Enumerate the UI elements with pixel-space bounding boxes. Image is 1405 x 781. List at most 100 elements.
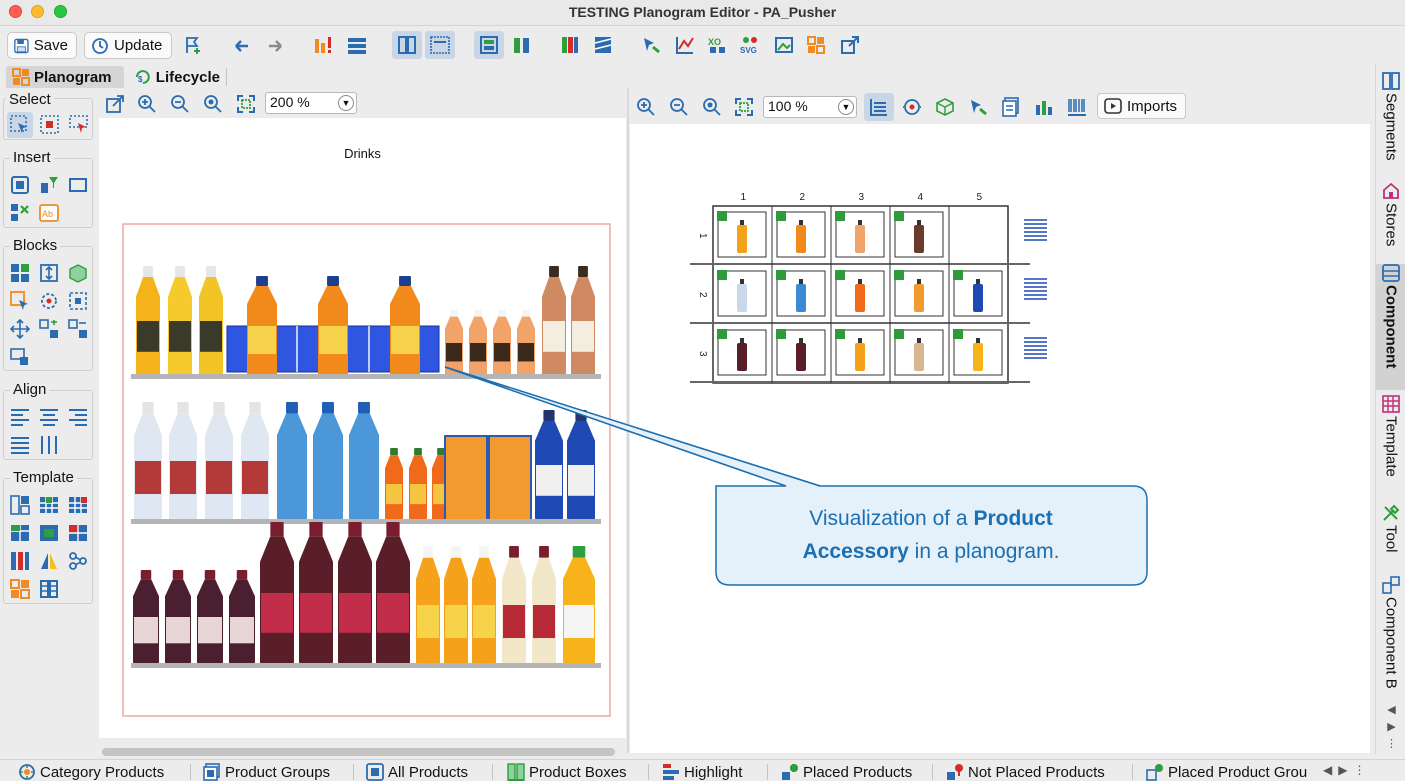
cursor-leaf-icon[interactable] xyxy=(968,97,988,117)
image-export-icon[interactable] xyxy=(774,35,794,55)
tab-placed-products[interactable]: Placed Products xyxy=(781,762,912,781)
tab-lifecycle[interactable]: $ Lifecycle xyxy=(128,66,226,88)
share-icon[interactable] xyxy=(840,35,860,55)
template-orange-grid-icon[interactable] xyxy=(10,579,30,599)
select-group-icon[interactable] xyxy=(69,115,89,135)
grid-view-icon[interactable] xyxy=(479,35,499,55)
select-area-icon[interactable] xyxy=(40,115,60,135)
template-bays-icon[interactable] xyxy=(39,579,59,599)
template-split-icon[interactable] xyxy=(10,523,30,543)
block-3d-icon[interactable] xyxy=(68,263,88,283)
side-tab-template[interactable]: Template xyxy=(1376,395,1405,495)
template-mirror-icon[interactable] xyxy=(39,551,59,571)
refresh-visibility-icon[interactable] xyxy=(902,97,922,117)
outline-list-icon[interactable] xyxy=(869,97,889,117)
fit-to-window-icon[interactable] xyxy=(734,97,754,117)
block-grid-icon[interactable] xyxy=(10,263,30,283)
tab-category-products[interactable]: Category Products xyxy=(18,762,164,781)
shelves-icon[interactable] xyxy=(347,35,367,55)
align-center-icon[interactable] xyxy=(39,407,59,427)
imports-button[interactable]: Imports xyxy=(1097,93,1187,119)
align-justify-icon[interactable] xyxy=(10,435,30,455)
block-frame-icon[interactable] xyxy=(68,291,88,311)
align-left-icon[interactable] xyxy=(10,407,30,427)
side-tab-tool[interactable]: Tool xyxy=(1376,504,1405,570)
tab-placed-product-groups[interactable]: Placed Product Grou xyxy=(1146,762,1307,781)
block-rotate-icon[interactable] xyxy=(39,291,59,311)
lemonade-bottle-cap xyxy=(479,546,489,558)
insert-shelf-icon[interactable] xyxy=(68,175,88,195)
tab-highlight[interactable]: Highlight xyxy=(662,762,742,781)
insert-text-icon[interactable]: Ab xyxy=(39,203,59,223)
zoom-in-icon[interactable] xyxy=(636,97,656,117)
template-table-icon[interactable] xyxy=(39,495,59,515)
template-mixed-icon[interactable] xyxy=(68,523,88,543)
side-tab-overflow-arrows[interactable]: ◀ ▶ ⋮ xyxy=(1386,702,1397,753)
dimension-icon[interactable] xyxy=(430,35,450,55)
left-zoom-select[interactable]: 200 % ▼ xyxy=(265,92,357,114)
block-resize-icon[interactable] xyxy=(39,263,59,283)
tab-product-groups[interactable]: Product Groups xyxy=(203,762,330,781)
product-thumbnail xyxy=(914,284,924,312)
side-tab-component[interactable]: Component xyxy=(1376,264,1405,390)
zoom-reset-icon[interactable] xyxy=(702,97,722,117)
block-move-icon[interactable] xyxy=(10,319,30,339)
undo-icon[interactable] xyxy=(232,36,252,56)
insert-remove-icon[interactable] xyxy=(10,203,30,223)
right-zoom-select[interactable]: 100 % ▼ xyxy=(763,96,857,118)
bars-filter-icon[interactable] xyxy=(1034,97,1054,117)
products-3d-icon[interactable] xyxy=(935,97,955,117)
template-layout-icon[interactable] xyxy=(10,495,30,515)
update-button[interactable]: Update xyxy=(84,32,172,59)
export-svg-icon[interactable]: SVG xyxy=(740,35,760,55)
export-xo-icon[interactable]: XO xyxy=(708,35,728,55)
insert-filter-icon[interactable] xyxy=(39,175,59,195)
fit-to-window-icon[interactable] xyxy=(236,94,256,114)
zoom-out-icon[interactable] xyxy=(669,97,689,117)
open-external-icon[interactable] xyxy=(105,94,125,114)
block-table-icon[interactable] xyxy=(10,347,30,367)
side-tab-segments[interactable]: Segments xyxy=(1376,72,1405,177)
ginger-beer-large-bottle xyxy=(338,522,372,664)
align-right-icon[interactable] xyxy=(68,407,88,427)
redo-icon[interactable] xyxy=(265,36,285,56)
bars-view-icon[interactable] xyxy=(512,35,532,55)
cursor-leaf-icon[interactable] xyxy=(641,35,661,55)
zoom-reset-icon[interactable] xyxy=(203,94,223,114)
side-tab-component-b[interactable]: Component B xyxy=(1376,576,1405,704)
blue-water-bottle-cap xyxy=(358,402,370,414)
insert-product-icon[interactable] xyxy=(10,175,30,195)
document-stack-icon[interactable] xyxy=(1001,97,1021,117)
warning-bars-icon[interactable] xyxy=(313,35,333,55)
side-tab-stores[interactable]: Stores xyxy=(1376,182,1405,260)
shelf-3 xyxy=(131,663,601,668)
tab-planogram[interactable]: Planogram xyxy=(6,66,124,88)
template-connect-icon[interactable] xyxy=(68,551,88,571)
left-planogram-canvas[interactable]: Drinks xyxy=(99,118,626,738)
block-merge-icon[interactable] xyxy=(68,319,88,339)
template-table-alt-icon[interactable] xyxy=(68,495,88,515)
tab-all-products[interactable]: All Products xyxy=(366,762,468,781)
template-columns-icon[interactable] xyxy=(10,551,30,571)
chart-analysis-icon[interactable] xyxy=(675,35,695,55)
zoom-in-icon[interactable] xyxy=(137,94,157,114)
block-select-icon[interactable] xyxy=(10,291,30,311)
zoom-out-icon[interactable] xyxy=(170,94,190,114)
pane-divider[interactable] xyxy=(627,88,629,753)
horizontal-scrollbar[interactable] xyxy=(102,748,615,756)
tab-not-placed-products[interactable]: Not Placed Products xyxy=(946,762,1105,781)
color-columns-icon[interactable] xyxy=(560,35,580,55)
select-arrow-icon[interactable] xyxy=(10,115,30,135)
columns-icon[interactable] xyxy=(397,35,417,55)
distribute-vertical-icon[interactable] xyxy=(39,435,59,455)
pattern-icon[interactable] xyxy=(593,35,613,55)
barcode-icon[interactable] xyxy=(1067,97,1087,117)
bottom-tab-scroll-arrows[interactable]: ◀▶⋮ xyxy=(1323,763,1371,777)
template-box-icon[interactable] xyxy=(39,523,59,543)
tab-product-boxes[interactable]: Product Boxes xyxy=(507,762,627,781)
block-split-icon[interactable] xyxy=(39,319,59,339)
right-planogram-canvas[interactable]: 1 2 3 4 5 1 2 3 xyxy=(630,124,1370,753)
flag-add-icon[interactable] xyxy=(183,35,203,55)
planogram-grid-icon[interactable] xyxy=(806,35,826,55)
save-button[interactable]: Save xyxy=(7,32,77,59)
